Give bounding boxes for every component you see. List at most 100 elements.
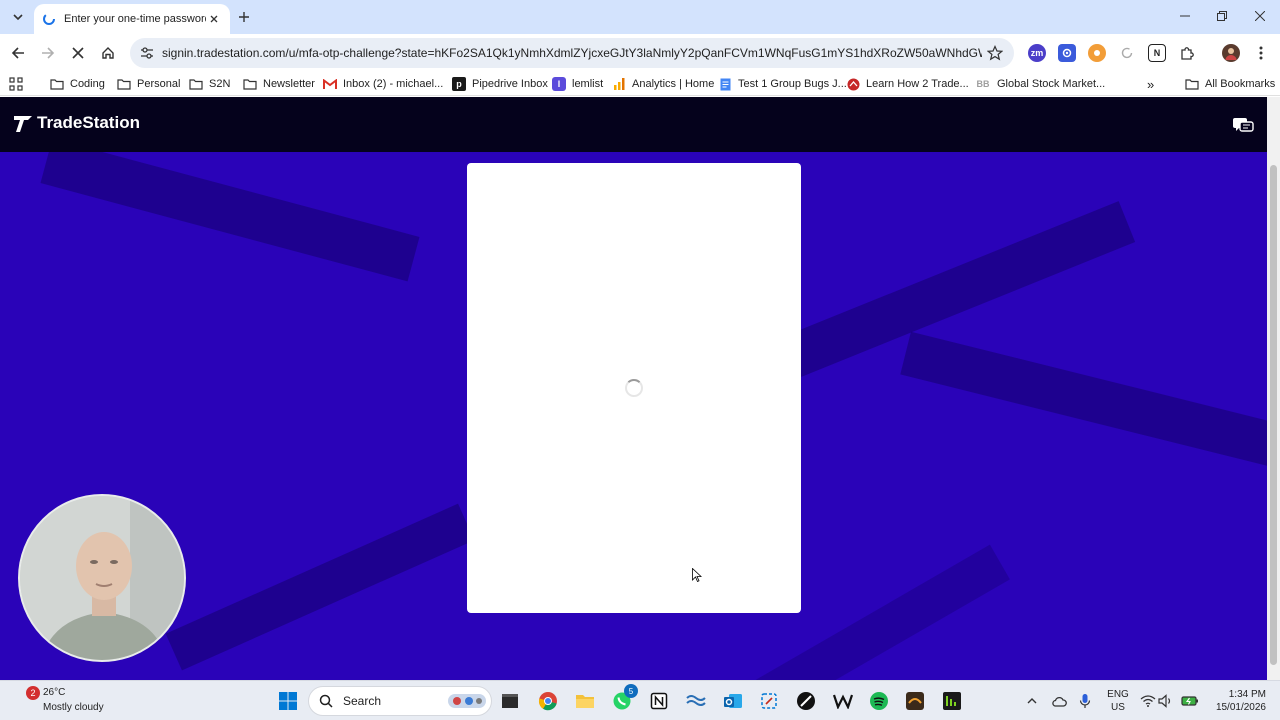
minimize-button[interactable]	[1166, 0, 1204, 32]
notion-extension-button[interactable]: N	[1148, 44, 1166, 62]
battery-button[interactable]	[1180, 691, 1200, 711]
system-clock[interactable]: 1:34 PM 15/01/2026	[1208, 688, 1266, 714]
avatar-icon	[1225, 48, 1237, 60]
bookmark-s2n[interactable]: S2N	[189, 76, 230, 92]
restore-button[interactable]	[1203, 0, 1241, 32]
analytics-icon	[612, 77, 626, 91]
chrome-icon	[538, 692, 557, 711]
input-language-indicator[interactable]: ENG US	[1104, 688, 1132, 714]
bookmark-lemlist[interactable]: l lemlist	[552, 76, 603, 92]
new-tab-button[interactable]	[234, 7, 254, 27]
folder-icon	[576, 695, 594, 708]
page-scrollbar[interactable]	[1267, 97, 1280, 680]
volume-button[interactable]	[1156, 691, 1176, 711]
taskbar-app-s2n[interactable]	[903, 689, 927, 713]
folder-icon	[50, 77, 64, 91]
taskbar-app-whatsapp[interactable]: 5	[610, 684, 638, 713]
plus-icon	[239, 12, 249, 22]
clock-time: 1:34 PM	[1228, 689, 1266, 700]
microphone-button[interactable]	[1075, 691, 1095, 711]
apps-grid-icon	[9, 77, 23, 91]
close-window-button[interactable]	[1241, 0, 1279, 32]
tradestation-logo[interactable]: TradeStation	[13, 113, 140, 133]
close-icon	[210, 15, 218, 23]
w-app-icon	[833, 694, 853, 709]
show-hidden-icons-button[interactable]	[1022, 691, 1042, 711]
bookmarks-overflow-button[interactable]: »	[1147, 76, 1154, 92]
taskbar-app-ic-markets[interactable]	[940, 689, 964, 713]
taskbar-app-circle[interactable]	[794, 689, 818, 713]
bookmark-star-button[interactable]	[986, 44, 1004, 62]
bookmark-test-group-bugs[interactable]: Test 1 Group Bugs J...	[718, 76, 847, 92]
more-vertical-icon	[1259, 46, 1263, 60]
bookmark-personal[interactable]: Personal	[117, 76, 180, 92]
taskbar-app-file-explorer[interactable]	[573, 689, 597, 713]
taskbar-app-spotify[interactable]	[867, 689, 891, 713]
weather-condition: Mostly cloudy	[43, 702, 104, 713]
weather-temperature: 26°C	[43, 687, 66, 698]
forward-button[interactable]	[38, 43, 58, 63]
arrow-right-icon	[42, 47, 55, 59]
tradestation-logo-icon	[14, 116, 32, 132]
bookmark-analytics[interactable]: Analytics | Home	[612, 76, 714, 92]
clock-date: 15/01/2026	[1215, 702, 1266, 713]
apps-button[interactable]	[9, 76, 23, 92]
tab-search-button[interactable]	[8, 7, 28, 27]
site-info-icon[interactable]	[138, 44, 156, 62]
taskbar-app-snipping-tool[interactable]	[757, 689, 781, 713]
tune-icon	[141, 47, 153, 59]
presenter-video-icon	[20, 496, 184, 660]
start-button[interactable]	[276, 689, 300, 713]
extensions-menu-button[interactable]	[1178, 44, 1196, 62]
extension-gear-button[interactable]	[1058, 44, 1076, 62]
zoom-extension-button[interactable]: zm	[1028, 44, 1046, 62]
taskbar-app-terminal[interactable]	[498, 689, 522, 713]
bookmark-newsletter[interactable]: Newsletter	[243, 76, 315, 92]
coin-icon	[1094, 50, 1100, 56]
profile-avatar-button[interactable]	[1222, 44, 1240, 62]
onedrive-button[interactable]	[1049, 691, 1069, 711]
lemlist-icon: l	[552, 77, 566, 91]
bookmark-learn-how-2-trade[interactable]: Learn How 2 Trade...	[846, 76, 969, 92]
close-icon	[72, 47, 84, 59]
taskbar-app-chrome[interactable]	[536, 689, 560, 713]
tradestation-page: TradeStation	[0, 97, 1267, 680]
chat-support-button[interactable]	[1232, 117, 1254, 135]
bb-icon: BB	[976, 79, 990, 89]
taskbar-search[interactable]: Search	[308, 686, 492, 716]
bookmark-inbox[interactable]: Inbox (2) - michael...	[323, 76, 443, 92]
all-bookmarks-button[interactable]: All Bookmarks	[1185, 76, 1275, 92]
background-stripe	[900, 331, 1267, 467]
weather-widget[interactable]: 2 26°C Mostly cloudy	[24, 686, 114, 716]
browser-menu-button[interactable]	[1252, 44, 1270, 62]
folder-icon	[243, 77, 257, 91]
ic-markets-icon	[943, 692, 961, 710]
home-button[interactable]	[98, 43, 118, 63]
windows-taskbar: 2 26°C Mostly cloudy Search 5 ENG US 1:3…	[0, 680, 1280, 720]
waves-icon	[686, 695, 706, 706]
extension-orange-button[interactable]	[1088, 44, 1106, 62]
folder-icon	[117, 77, 131, 91]
wifi-button[interactable]	[1138, 691, 1158, 711]
doc-icon	[718, 77, 732, 91]
taskbar-app-outlook[interactable]	[721, 689, 745, 713]
loading-favicon-icon	[43, 13, 55, 25]
taskbar-app-notion[interactable]	[647, 689, 671, 713]
s2n-app-icon	[906, 692, 924, 710]
close-icon	[1255, 11, 1265, 21]
notion-icon	[650, 692, 668, 710]
bookmark-pipedrive[interactable]: p Pipedrive Inbox	[452, 76, 548, 92]
bookmark-coding[interactable]: Coding	[50, 76, 105, 92]
tab-close-button[interactable]	[206, 11, 222, 27]
stop-loading-button[interactable]	[68, 43, 88, 63]
bookmark-global-stock-market[interactable]: BB Global Stock Market...	[975, 76, 1106, 92]
url-text[interactable]: signin.tradestation.com/u/mfa-otp-challe…	[162, 46, 982, 60]
taskbar-app-charting[interactable]	[684, 689, 708, 713]
browser-tab-active[interactable]: Enter your one-time password	[34, 4, 230, 34]
scrollbar-thumb[interactable]	[1270, 165, 1277, 665]
extension-refresh-button[interactable]	[1118, 44, 1136, 62]
gmail-icon	[323, 77, 337, 91]
taskbar-app-w[interactable]	[831, 689, 855, 713]
back-button[interactable]	[8, 43, 28, 63]
address-bar[interactable]: signin.tradestation.com/u/mfa-otp-challe…	[130, 38, 1014, 68]
